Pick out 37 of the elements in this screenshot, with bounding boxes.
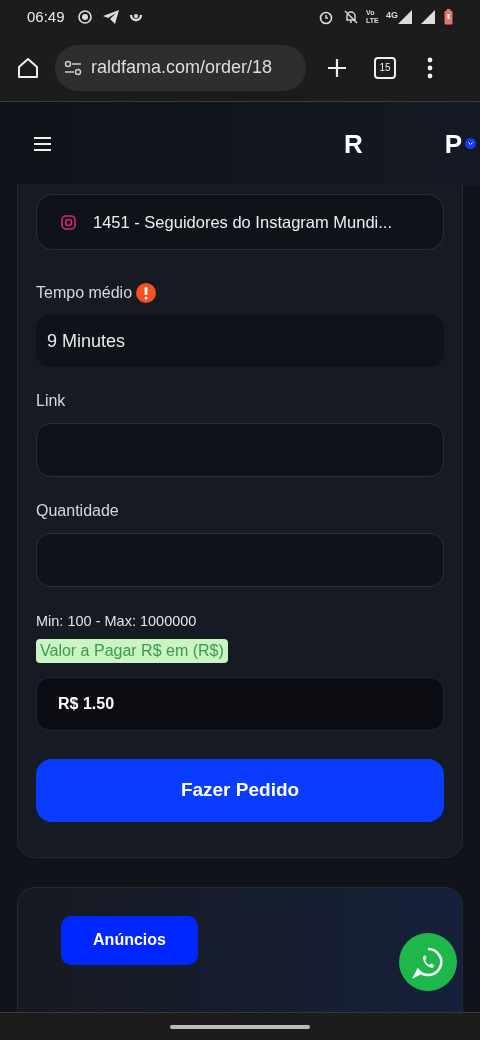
service-name: 1451 - Seguidores do Instagram Mundi... (93, 211, 392, 233)
site-settings-icon[interactable] (64, 59, 82, 76)
home-indicator[interactable] (170, 1024, 310, 1029)
new-tab-icon[interactable] (327, 57, 347, 78)
telegram-icon (102, 10, 119, 24)
input-field[interactable] (36, 423, 444, 477)
more-icon[interactable] (427, 56, 433, 79)
service-select[interactable]: 1451 - Seguidores do Instagram Mundi... (36, 194, 444, 250)
site-logo[interactable]: R (343, 124, 363, 164)
submit-button[interactable]: Fazer Pedido (36, 758, 444, 822)
field-label: Link (36, 391, 66, 411)
tab-count-button[interactable]: 15 (374, 56, 396, 79)
ads-button[interactable]: Anúncios (61, 915, 198, 965)
mute-icon (343, 9, 359, 25)
price-field: R$ 1.50 (36, 676, 444, 731)
clock: 06:49 (27, 6, 65, 27)
duration-field: 9 Minutes (36, 315, 444, 367)
whatsapp-button[interactable] (399, 932, 457, 991)
signal-icon (421, 10, 435, 24)
network-label: 4G (386, 9, 398, 22)
field-label: Tempo médio (36, 283, 133, 303)
alarm-icon (318, 9, 334, 25)
menu-icon[interactable] (34, 137, 51, 151)
limits-text: Min: 100 - Max: 1000000 (36, 612, 198, 631)
profile-avatar[interactable]: P (444, 128, 462, 159)
instagram-icon (61, 214, 76, 230)
chevron-icon[interactable] (464, 137, 476, 149)
url-text: raldfama.com/order/18 (91, 56, 273, 79)
input-field[interactable] (36, 533, 444, 587)
alert-icon (136, 283, 157, 303)
record-icon (76, 9, 93, 25)
address-bar[interactable]: raldfama.com/order/18 (55, 44, 306, 91)
field-label: Quantidade (36, 501, 119, 521)
battery-icon (444, 9, 453, 25)
signal-icon (398, 10, 412, 24)
price-label: Valor a Pagar R$ em (R$) (36, 638, 228, 663)
home-icon[interactable] (16, 55, 40, 80)
